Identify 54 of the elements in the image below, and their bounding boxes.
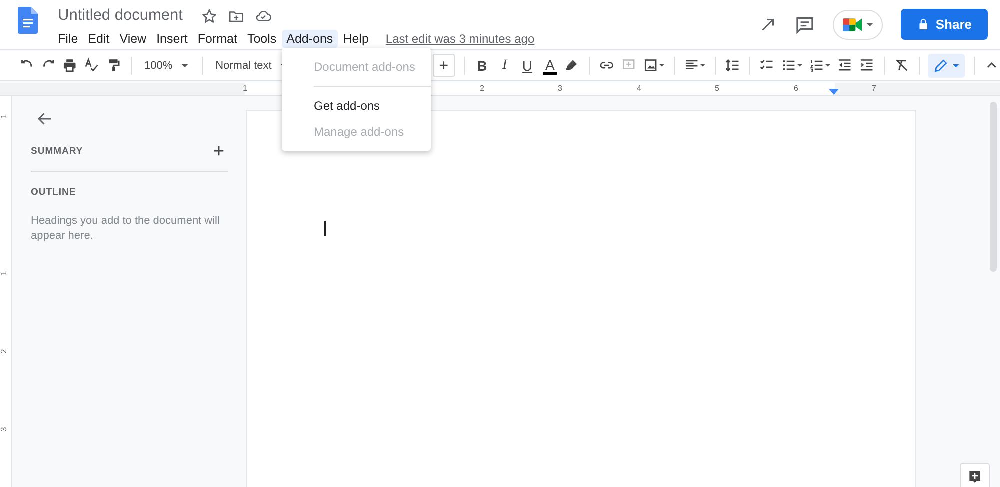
outline-hint: Headings you add to the document will appear here.	[31, 214, 221, 244]
menu-item[interactable]: File	[53, 30, 84, 48]
caret-icon	[866, 20, 874, 28]
share-button[interactable]: Share	[900, 9, 988, 40]
caret-icon	[952, 62, 960, 70]
pencil-icon	[933, 58, 950, 74]
ruler-number: 1	[0, 271, 9, 276]
outline-heading: OUTLINE	[31, 187, 78, 198]
increase-font-size-icon[interactable]	[433, 54, 455, 77]
menu-item[interactable]: Edit	[83, 30, 115, 48]
explore-button[interactable]	[960, 463, 990, 487]
ruler-number: 3	[0, 427, 9, 432]
menu-item[interactable]: Tools	[242, 30, 282, 48]
explore-icon	[967, 469, 983, 485]
format-button[interactable]: B	[474, 56, 491, 74]
text-cursor	[324, 221, 326, 236]
zoom-dropdown[interactable]: 100%	[140, 60, 193, 72]
menu-item[interactable]: Help	[338, 30, 374, 48]
ruler-number: 1	[243, 83, 248, 94]
menu-item[interactable]: Format	[192, 30, 242, 48]
menu-item[interactable]: Add-ons	[282, 30, 338, 48]
ruler-number: 2	[480, 83, 484, 94]
insert-image-icon[interactable]	[642, 57, 665, 74]
format-button[interactable]: U	[519, 56, 536, 74]
ruler-number: 4	[637, 83, 642, 94]
ruler-number: 3	[558, 83, 562, 94]
meet-button[interactable]	[832, 10, 883, 40]
ruler-number: 7	[872, 83, 876, 94]
line-spacing-icon[interactable]	[724, 57, 740, 74]
menu-option[interactable]: Get add-ons	[282, 93, 431, 119]
print-icon[interactable]	[62, 57, 78, 74]
document-title[interactable]: Untitled document	[58, 7, 183, 25]
format-button[interactable]: I	[496, 56, 514, 74]
spellcheck-icon[interactable]	[84, 57, 100, 74]
format-button[interactable]: A	[542, 58, 558, 73]
ruler-number: 6	[794, 83, 798, 94]
add-icon[interactable]	[212, 144, 226, 158]
indent-marker-icon[interactable]	[829, 89, 839, 95]
clear-formatting-icon[interactable]	[894, 57, 910, 74]
menu-item[interactable]: Insert	[152, 30, 193, 48]
ruler-number: 5	[715, 83, 720, 94]
menu-item[interactable]: View	[114, 30, 152, 48]
summary-heading: SUMMARY	[31, 146, 84, 156]
last-edit-link[interactable]: Last edit was 3 minutes ago	[386, 32, 535, 46]
camera-icon	[842, 16, 864, 34]
docs-logo-icon[interactable]	[18, 7, 38, 34]
star-icon[interactable]	[200, 8, 218, 24]
comment-icon[interactable]	[794, 14, 815, 34]
lock-icon	[916, 18, 930, 31]
ruler-number: 2	[0, 349, 9, 354]
editing-mode-button[interactable]	[928, 54, 966, 78]
ruler-number: 1	[0, 114, 9, 119]
scrollbar-thumb[interactable]	[990, 102, 997, 272]
caret-icon	[180, 62, 189, 70]
